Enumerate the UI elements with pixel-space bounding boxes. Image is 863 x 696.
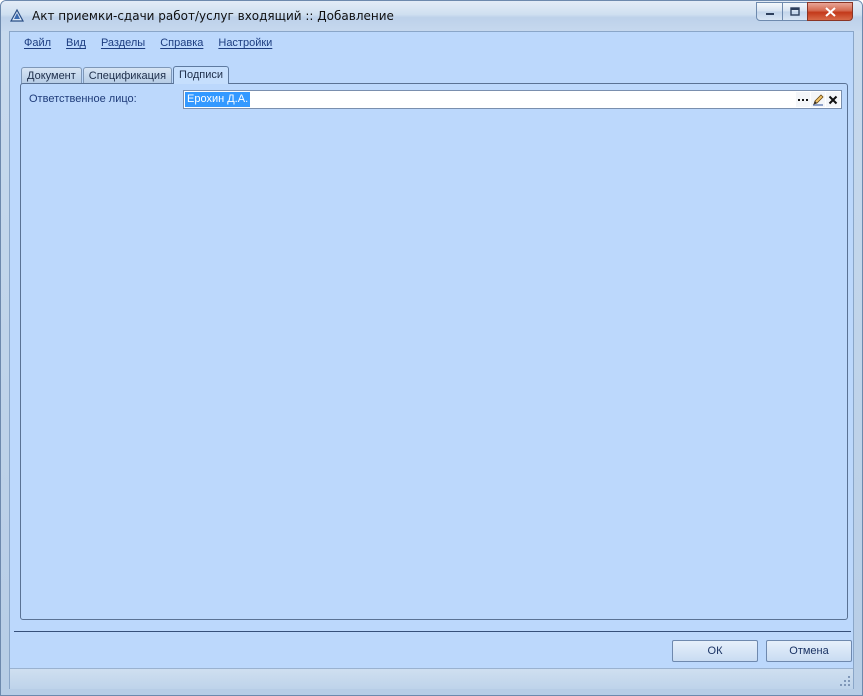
- ellipsis-icon: [798, 98, 808, 101]
- edit-pencil-icon: [813, 93, 824, 105]
- menu-view[interactable]: Вид: [60, 32, 95, 56]
- footer-separator: [14, 631, 851, 632]
- dialog-window: Акт приемки-сдачи работ/услуг входящий :…: [0, 0, 863, 696]
- minimize-icon: [765, 12, 774, 15]
- responsible-person-label: Ответственное лицо:: [29, 93, 137, 105]
- close-button[interactable]: [807, 2, 853, 21]
- select-button[interactable]: [796, 92, 810, 107]
- title-bar[interactable]: Акт приемки-сдачи работ/услуг входящий :…: [1, 1, 862, 31]
- signatures-panel: Ответственное лицо: Ерохин Д.А.: [20, 83, 848, 620]
- close-icon: [824, 6, 836, 17]
- responsible-person-value[interactable]: Ерохин Д.А.: [185, 92, 251, 107]
- resize-grip-icon[interactable]: [839, 675, 851, 687]
- menu-settings[interactable]: Настройки: [212, 32, 281, 56]
- tab-strip: Документ Спецификация Подписи: [21, 66, 230, 84]
- clear-x-icon: [828, 95, 838, 104]
- dialog-client-area: Файл Вид Разделы Справка Настройки Докум…: [9, 31, 854, 689]
- maximize-button[interactable]: [782, 2, 808, 21]
- menu-bar: Файл Вид Разделы Справка Настройки: [10, 32, 853, 56]
- status-bar: [10, 668, 853, 689]
- edit-button[interactable]: [811, 92, 825, 107]
- tab-signatures[interactable]: Подписи: [173, 66, 229, 84]
- tab-specification[interactable]: Спецификация: [82, 67, 173, 84]
- app-logo-icon: [9, 8, 25, 22]
- tab-document[interactable]: Документ: [21, 67, 82, 84]
- maximize-icon: [790, 6, 800, 16]
- window-title: Акт приемки-сдачи работ/услуг входящий :…: [32, 9, 394, 23]
- menu-file[interactable]: Файл: [18, 32, 60, 56]
- menu-help[interactable]: Справка: [154, 32, 212, 56]
- menu-sections[interactable]: Разделы: [95, 32, 154, 56]
- ok-button[interactable]: ОК: [672, 640, 758, 662]
- cancel-button[interactable]: Отмена: [766, 640, 852, 662]
- field-buttons: [795, 92, 840, 107]
- responsible-person-field[interactable]: Ерохин Д.А.: [183, 90, 842, 109]
- clear-button[interactable]: [826, 92, 840, 107]
- minimize-button[interactable]: [756, 2, 783, 21]
